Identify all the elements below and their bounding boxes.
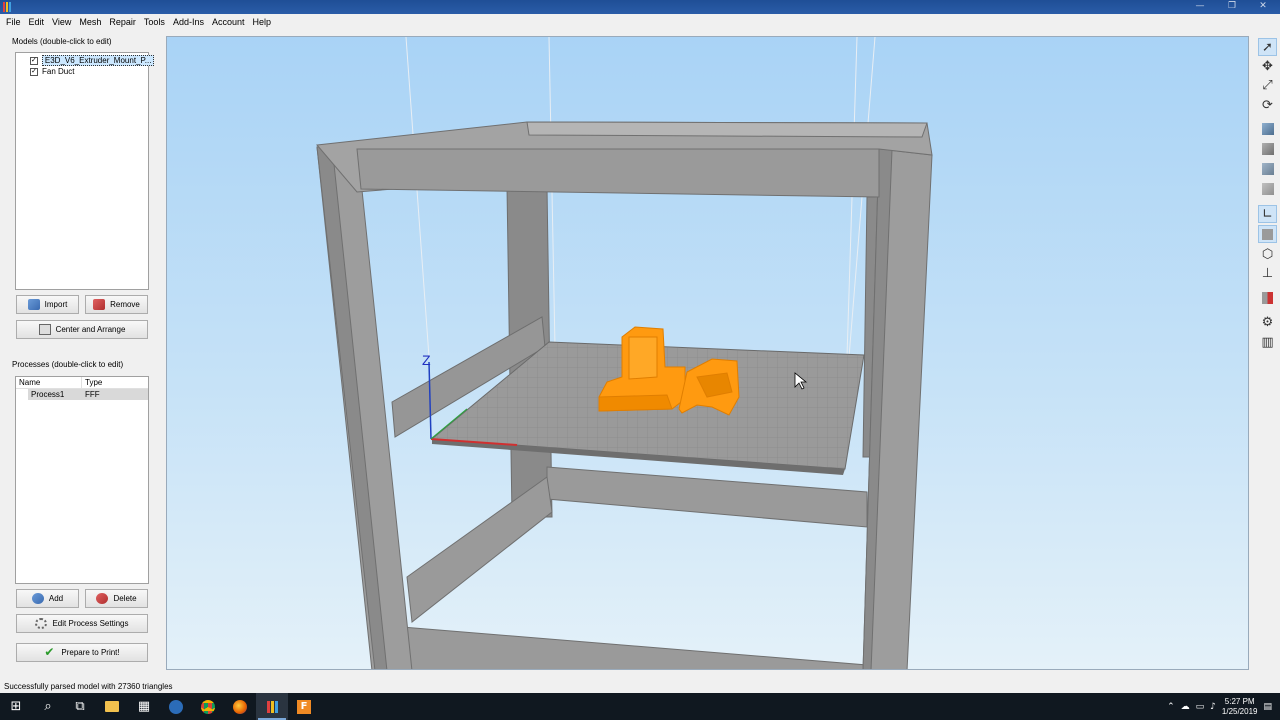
- title-bar: — ❐ ✕: [0, 0, 1280, 14]
- list-item[interactable]: ✓ Fan Duct: [16, 66, 148, 77]
- z-axis-label: Z: [422, 352, 431, 368]
- fusion-app-icon[interactable]: F: [288, 693, 320, 720]
- edit-process-label: Edit Process Settings: [52, 619, 129, 628]
- import-icon: [27, 299, 40, 310]
- scale-icon[interactable]: ⤢: [1258, 76, 1277, 94]
- volume-icon[interactable]: ♪: [1210, 702, 1216, 712]
- menu-repair[interactable]: Repair: [105, 17, 140, 27]
- start-button-icon[interactable]: ⊞: [0, 693, 32, 720]
- delete-process-button[interactable]: Delete: [85, 589, 148, 608]
- model-name: Fan Duct: [42, 67, 75, 76]
- search-icon[interactable]: ⌕: [32, 693, 64, 720]
- clock[interactable]: 5:27 PM 1/25/2019: [1222, 697, 1258, 717]
- delete-label: Delete: [113, 594, 137, 603]
- printer-frame-top: [316, 121, 933, 198]
- view-side-cube-icon[interactable]: [1258, 180, 1277, 198]
- rotate-icon[interactable]: ⟳: [1258, 96, 1277, 114]
- delete-icon: [96, 593, 109, 604]
- models-group-label: Models (double-click to edit): [12, 37, 112, 46]
- clock-time: 5:27 PM: [1224, 696, 1255, 706]
- printer-frame-bottom: [401, 466, 868, 669]
- import-button[interactable]: Import: [16, 295, 79, 314]
- menu-tools[interactable]: Tools: [140, 17, 169, 27]
- prepare-label: Prepare to Print!: [61, 648, 120, 657]
- task-view-icon[interactable]: ⧉: [64, 693, 96, 720]
- menu-view[interactable]: View: [48, 17, 75, 27]
- models-list[interactable]: ✓ E3D_V6_Extruder_Mount_P... ✓ Fan Duct: [15, 52, 155, 290]
- move-icon[interactable]: ✥: [1258, 57, 1277, 75]
- center-arrange-button[interactable]: Center and Arrange: [16, 320, 148, 339]
- model-checkbox[interactable]: ✓: [30, 67, 38, 76]
- model-checkbox[interactable]: ✓: [30, 56, 38, 65]
- firefox-icon[interactable]: [224, 693, 256, 720]
- 3d-viewport[interactable]: Z: [166, 36, 1249, 670]
- cross-section-icon[interactable]: [1258, 289, 1277, 307]
- menu-mesh[interactable]: Mesh: [75, 17, 105, 27]
- view-front-cube-icon[interactable]: [1258, 140, 1277, 158]
- file-explorer-icon[interactable]: [96, 693, 128, 720]
- shaded-view-icon[interactable]: [1258, 225, 1277, 243]
- close-button[interactable]: ✕: [1248, 0, 1278, 14]
- slicer-app-icon[interactable]: [256, 693, 288, 720]
- prepare-to-print-button[interactable]: ✔ Prepare to Print!: [16, 643, 148, 662]
- select-cursor-icon[interactable]: ➚: [1258, 38, 1277, 56]
- edit-process-settings-button[interactable]: Edit Process Settings: [16, 614, 148, 633]
- build-volume-lines: [405, 37, 876, 358]
- column-name[interactable]: Name: [16, 376, 82, 389]
- processes-table[interactable]: Name Type Process1 FFF: [15, 376, 149, 584]
- clock-date: 1/25/2019: [1221, 706, 1258, 716]
- remove-icon: [93, 299, 106, 310]
- column-type[interactable]: Type: [82, 377, 148, 389]
- process-name: Process1: [31, 390, 65, 399]
- calculator-icon[interactable]: ▦: [128, 693, 160, 720]
- windows-taskbar: ⊞ ⌕ ⧉ ▦ F ⌃ ☁ ▭ ♪ 5:27 PM 1/25/2019 ▤: [0, 693, 1280, 720]
- menu-edit[interactable]: Edit: [25, 17, 49, 27]
- tray-chevron-icon[interactable]: ⌃: [1167, 702, 1175, 712]
- menu-add-ins[interactable]: Add-Ins: [169, 17, 208, 27]
- wireframe-view-icon[interactable]: ⬡: [1258, 245, 1277, 263]
- mail-icon[interactable]: [160, 693, 192, 720]
- view-top-cube-icon[interactable]: [1258, 160, 1277, 178]
- gears-icon: [35, 618, 48, 629]
- axes-toggle-icon[interactable]: ∟: [1258, 205, 1277, 223]
- menu-bar: File Edit View Mesh Repair Tools Add-Ins…: [0, 14, 1280, 30]
- view-toolbar: ➚ ✥ ⤢ ⟳ ∟ ⬡ ⊥ ⚙ ▥: [1255, 36, 1280, 356]
- list-item[interactable]: ✓ E3D_V6_Extruder_Mount_P...: [16, 55, 155, 66]
- add-icon: [31, 593, 44, 604]
- app-icon: [3, 2, 12, 12]
- model-name: E3D_V6_Extruder_Mount_P...: [41, 55, 155, 66]
- status-bar: Successfully parsed model with 27360 tri…: [4, 682, 173, 691]
- settings-gear-icon[interactable]: ⚙: [1258, 313, 1277, 331]
- table-header: Name Type: [16, 376, 148, 389]
- network-icon[interactable]: ▭: [1196, 702, 1205, 712]
- import-label: Import: [44, 300, 68, 309]
- center-arrange-label: Center and Arrange: [55, 325, 126, 334]
- arrange-icon: [38, 324, 51, 335]
- z-axis-icon[interactable]: ⊥: [1258, 264, 1277, 282]
- table-row[interactable]: Process1 FFF: [28, 389, 148, 400]
- add-process-button[interactable]: Add: [16, 589, 79, 608]
- tray-app-icon[interactable]: ☁: [1181, 702, 1190, 712]
- chrome-icon[interactable]: [192, 693, 224, 720]
- layers-icon[interactable]: ▥: [1258, 333, 1277, 351]
- add-label: Add: [48, 594, 64, 603]
- notifications-icon[interactable]: ▤: [1263, 702, 1272, 712]
- process-type: FFF: [85, 390, 100, 399]
- processes-group-label: Processes (double-click to edit): [12, 360, 124, 369]
- menu-file[interactable]: File: [2, 17, 25, 27]
- menu-help[interactable]: Help: [249, 17, 276, 27]
- restore-button[interactable]: ❐: [1217, 0, 1247, 14]
- remove-button[interactable]: Remove: [85, 295, 148, 314]
- printer-scene: Z: [316, 37, 933, 669]
- left-panel: Models (double-click to edit) ✓ E3D_V6_E…: [0, 30, 166, 670]
- remove-label: Remove: [110, 300, 140, 309]
- view-iso-cube-icon[interactable]: [1258, 120, 1277, 138]
- system-tray: ⌃ ☁ ▭ ♪ 5:27 PM 1/25/2019 ▤: [1167, 693, 1272, 720]
- checkmark-icon: ✔: [44, 645, 55, 659]
- menu-account[interactable]: Account: [208, 17, 249, 27]
- minimize-button[interactable]: —: [1185, 0, 1215, 14]
